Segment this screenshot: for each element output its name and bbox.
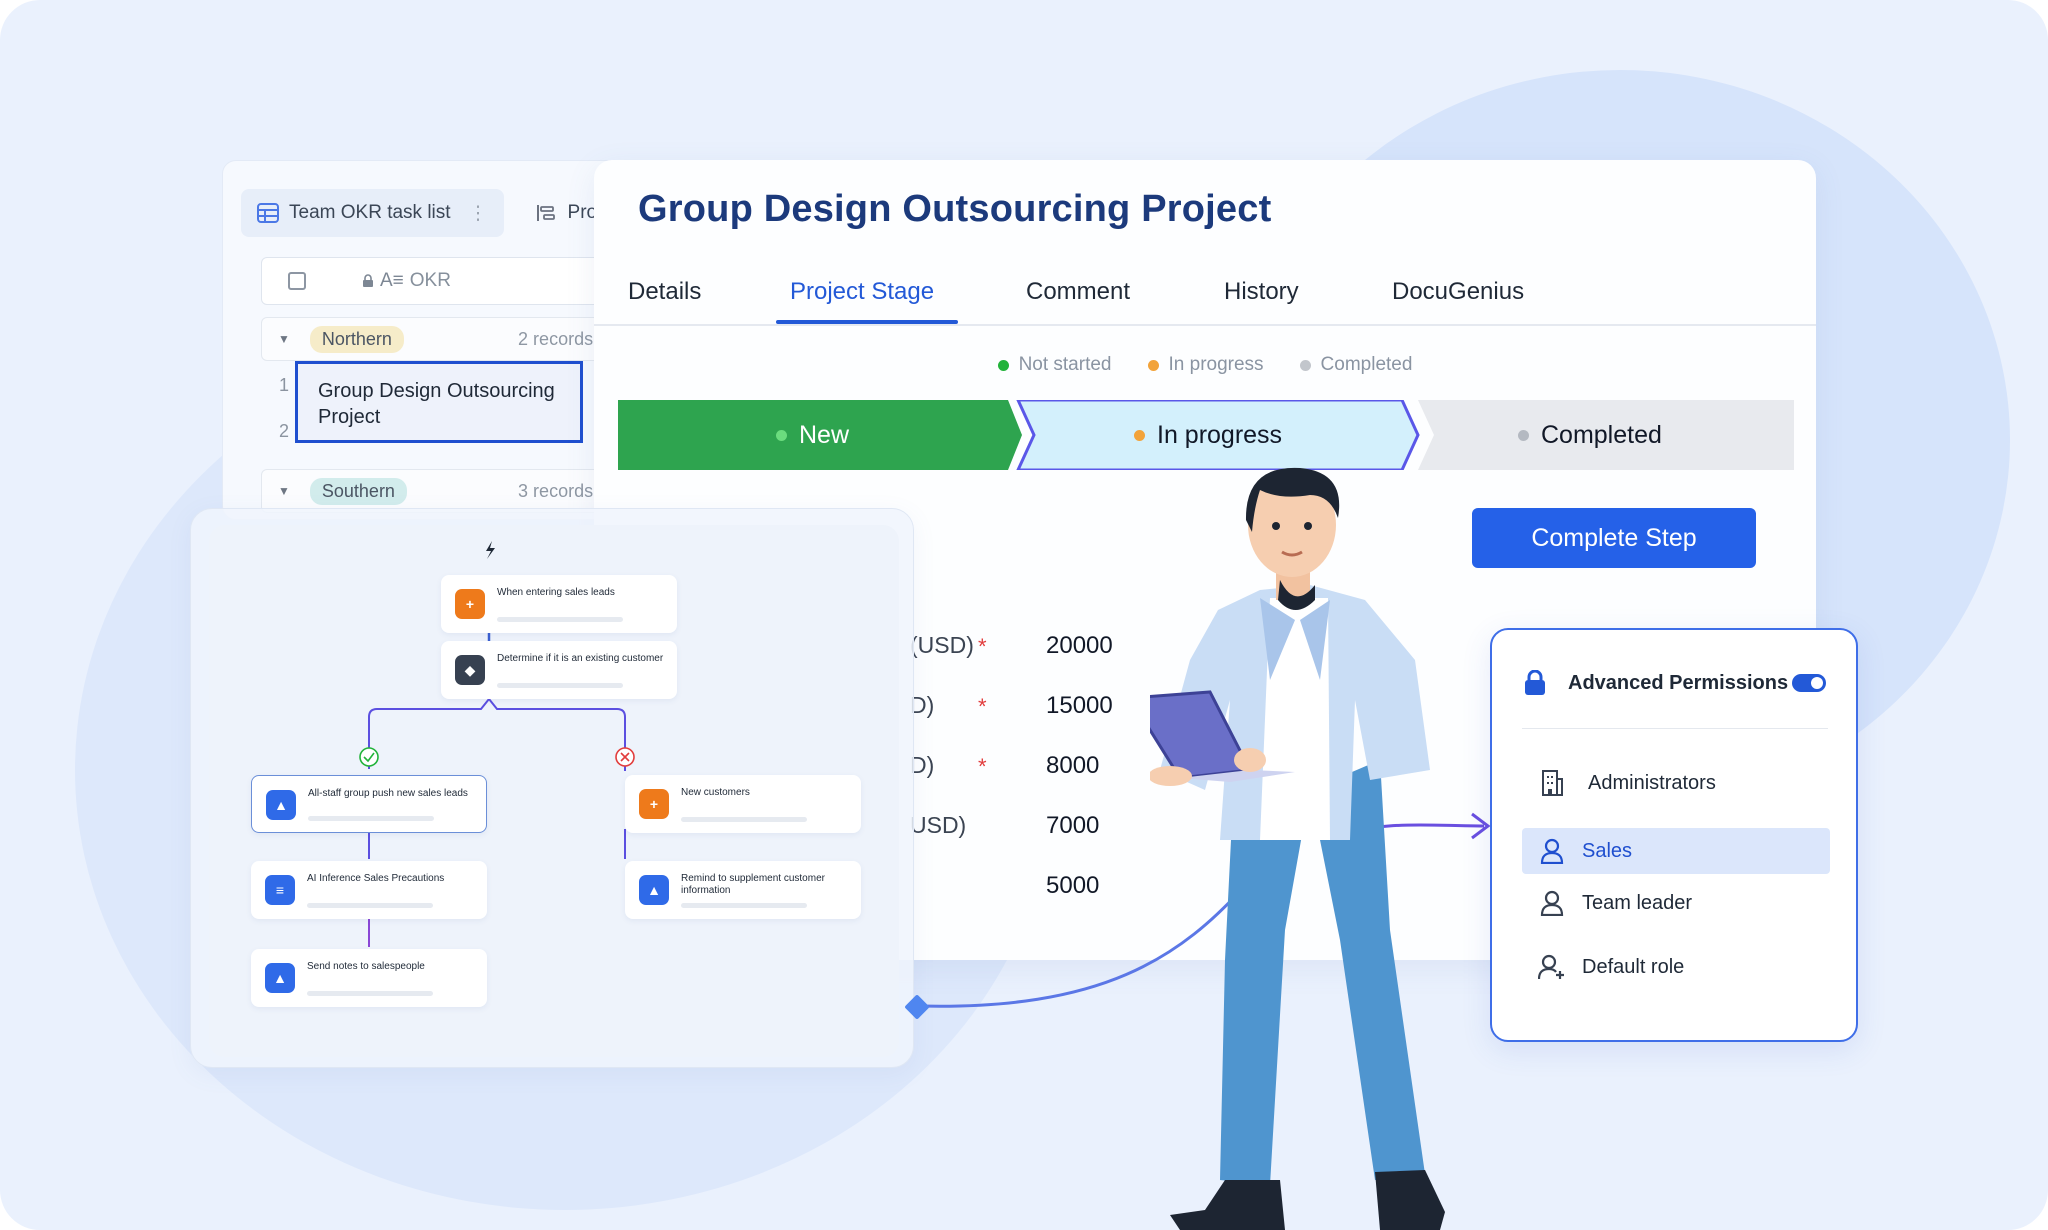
bell-icon: ▲ bbox=[639, 875, 669, 905]
field-value[interactable]: 20000 bbox=[1046, 632, 1113, 660]
workflow-node-send-notes[interactable]: ▲ Send notes to salespeople bbox=[251, 949, 487, 1007]
role-label: Sales bbox=[1582, 839, 1633, 862]
permissions-title: Advanced Permissions bbox=[1568, 672, 1789, 694]
legend-item: In progress bbox=[1147, 354, 1264, 376]
person-with-laptop-illustration bbox=[1150, 467, 1445, 1230]
user-add-icon bbox=[1538, 954, 1564, 980]
tab-history[interactable]: History bbox=[1224, 278, 1299, 306]
user-icon bbox=[1540, 890, 1564, 916]
gantt-icon bbox=[536, 205, 555, 221]
field-value[interactable]: 7000 bbox=[1046, 812, 1099, 840]
workflow-node-ai-inference[interactable]: ≡ AI Inference Sales Precautions bbox=[251, 861, 487, 919]
workflow-panel: + When entering sales leads ◆ Determine … bbox=[190, 508, 914, 1068]
user-icon bbox=[1540, 838, 1564, 864]
workflow-node-trigger[interactable]: + When entering sales leads bbox=[441, 575, 677, 633]
workflow-node-condition[interactable]: ◆ Determine if it is an existing custome… bbox=[441, 641, 677, 699]
more-icon[interactable]: ⋮ bbox=[469, 202, 488, 225]
workflow-node-push-leads[interactable]: ▲ All-staff group push new sales leads bbox=[251, 775, 487, 833]
workflow-node-remind[interactable]: ▲ Remind to supplement customer informat… bbox=[625, 861, 861, 919]
group-tag: Northern bbox=[309, 325, 404, 353]
ai-list-icon: ≡ bbox=[265, 875, 295, 905]
select-all-checkbox[interactable] bbox=[288, 272, 306, 290]
text-field-icon: A≡ bbox=[380, 270, 404, 291]
required-asterisk: * bbox=[978, 634, 987, 659]
field-value[interactable]: 15000 bbox=[1046, 692, 1113, 720]
tab-label: Team OKR task list bbox=[289, 202, 451, 223]
record-tab-bar: Details Project Stage Comment History Do… bbox=[594, 270, 1816, 326]
required-asterisk: * bbox=[978, 694, 987, 719]
advanced-permissions-card: Advanced Permissions Administrators Sale… bbox=[1490, 628, 1858, 1042]
role-label: Team leader bbox=[1582, 891, 1693, 914]
workflow-node-new-customers[interactable]: + New customers bbox=[625, 775, 861, 833]
group-row-southern[interactable]: ▼ Southern 3 records ▼ bbox=[261, 469, 641, 513]
field-label: USD) bbox=[910, 812, 967, 838]
bell-icon: ▲ bbox=[265, 963, 295, 993]
no-cross-icon bbox=[615, 747, 635, 767]
tab-docugenius[interactable]: DocuGenius bbox=[1392, 278, 1524, 306]
role-label: Administrators bbox=[1588, 771, 1716, 794]
row-number: 1 bbox=[279, 375, 290, 395]
trigger-icon: + bbox=[455, 589, 485, 619]
background-canvas: Team OKR task list ⋮ Pro A≡ OKR ▼ Northe… bbox=[0, 0, 2048, 1230]
stage-label-completed: Completed bbox=[1518, 400, 1662, 470]
building-icon bbox=[1542, 770, 1563, 796]
okr-table-panel: Team OKR task list ⋮ Pro A≡ OKR ▼ Northe… bbox=[222, 160, 642, 520]
legend-item: Not started bbox=[997, 354, 1112, 376]
role-default[interactable]: Default role bbox=[1522, 944, 1830, 990]
field-label: (USD) bbox=[910, 632, 974, 658]
required-asterisk: * bbox=[978, 754, 987, 779]
lock-icon bbox=[363, 274, 373, 287]
table-tab-bar: Team OKR task list ⋮ Pro bbox=[241, 189, 613, 237]
divider bbox=[1522, 728, 1828, 729]
table-icon bbox=[257, 203, 279, 223]
column-header-row: A≡ OKR bbox=[261, 257, 641, 305]
role-administrators[interactable]: Administrators bbox=[1522, 760, 1830, 806]
group-row-northern[interactable]: ▼ Northern 2 records ▼ bbox=[261, 317, 641, 361]
role-team-leader[interactable]: Team leader bbox=[1522, 880, 1830, 926]
yes-check-icon bbox=[359, 747, 379, 767]
tab-project-stage[interactable]: Project Stage bbox=[790, 278, 934, 306]
tab-details[interactable]: Details bbox=[628, 278, 701, 306]
lightning-icon bbox=[486, 541, 495, 559]
tab-team-okr[interactable]: Team OKR task list ⋮ bbox=[241, 189, 504, 237]
row-number: 2 bbox=[279, 421, 290, 441]
bell-icon: ▲ bbox=[266, 790, 296, 820]
permissions-toggle[interactable] bbox=[1792, 674, 1826, 692]
stage-legend: Not started In progress Completed bbox=[594, 354, 1816, 376]
legend-item: Completed bbox=[1299, 354, 1412, 376]
record-title: Group Design Outsourcing Project bbox=[638, 188, 1272, 230]
complete-step-button[interactable]: Complete Step bbox=[1472, 508, 1756, 568]
selected-okr-cell[interactable]: Group Design Outsourcing Project bbox=[295, 361, 583, 443]
column-header-okr: OKR bbox=[409, 270, 451, 291]
condition-icon: ◆ bbox=[455, 655, 485, 685]
tab-label: Pro bbox=[567, 202, 598, 223]
add-record-icon: + bbox=[639, 789, 669, 819]
group-tag: Southern bbox=[309, 477, 407, 505]
tab-comment[interactable]: Comment bbox=[1026, 278, 1130, 306]
lock-icon bbox=[1525, 670, 1545, 695]
collapse-triangle-icon[interactable]: ▼ bbox=[278, 332, 290, 346]
role-label: Default role bbox=[1582, 955, 1685, 978]
active-tab-indicator bbox=[776, 320, 958, 324]
role-sales[interactable]: Sales bbox=[1522, 828, 1830, 874]
stage-label-new: New bbox=[776, 400, 849, 470]
collapse-triangle-icon[interactable]: ▼ bbox=[278, 484, 290, 498]
field-value[interactable]: 5000 bbox=[1046, 872, 1099, 900]
workflow-canvas: + When entering sales leads ◆ Determine … bbox=[209, 525, 899, 1057]
field-value[interactable]: 8000 bbox=[1046, 752, 1099, 780]
